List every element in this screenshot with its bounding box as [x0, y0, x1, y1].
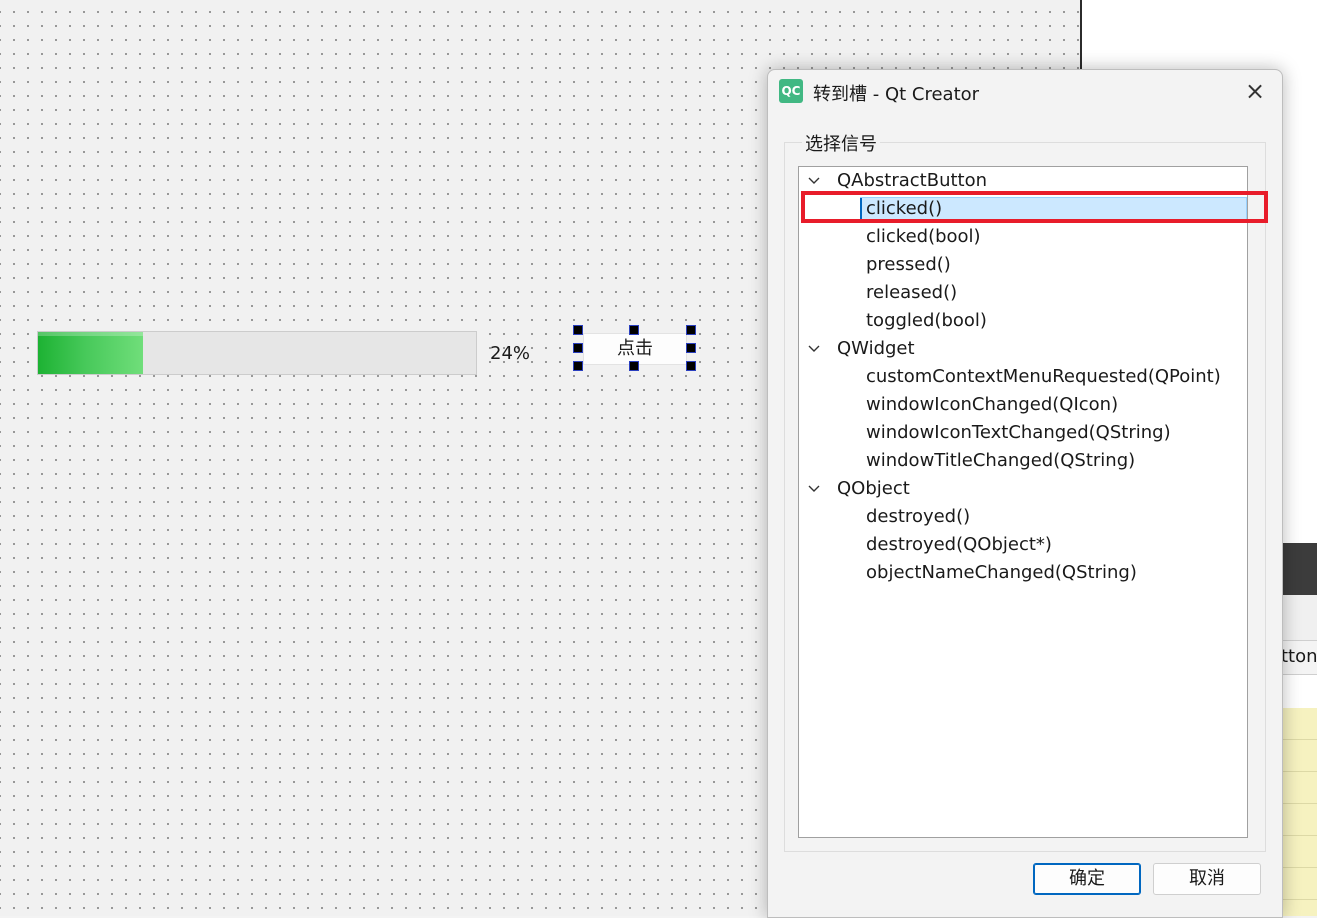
selection-handle-br[interactable] [686, 361, 696, 371]
tree-signal-label: released() [866, 282, 958, 303]
tree-signal-item[interactable]: destroyed(QObject*) [799, 531, 1247, 559]
tree-signal-item[interactable]: released() [799, 279, 1247, 307]
tree-signal-label: windowIconTextChanged(QString) [866, 422, 1171, 443]
close-icon[interactable]: × [1238, 76, 1272, 106]
selection-handle-tr[interactable] [686, 325, 696, 335]
tree-signal-item[interactable]: windowIconChanged(QIcon) [799, 391, 1247, 419]
tree-signal-item[interactable]: windowTitleChanged(QString) [799, 447, 1247, 475]
tree-signal-item[interactable]: toggled(bool) [799, 307, 1247, 335]
tree-signal-label: toggled(bool) [866, 310, 987, 331]
tree-signal-label: windowTitleChanged(QString) [866, 450, 1136, 471]
selection-handle-bl[interactable] [573, 361, 583, 371]
selection-handle-mr[interactable] [686, 343, 696, 353]
progress-bar-text: 24% [490, 343, 531, 364]
tree-parent-label: QObject [837, 478, 910, 499]
progress-bar[interactable] [37, 331, 477, 375]
tree-signal-label: customContextMenuRequested(QPoint) [866, 366, 1221, 387]
property-grid-rows[interactable] [1280, 708, 1317, 916]
tree-signal-label: clicked(bool) [866, 226, 981, 247]
tree-parent-item[interactable]: QWidget [799, 335, 1247, 363]
tree-signal-label: pressed() [866, 254, 951, 275]
selection-handle-tc[interactable] [629, 325, 639, 335]
tree-parent-label: QWidget [837, 338, 915, 359]
right-panel-strip [1280, 595, 1317, 640]
tree-signal-label: destroyed(QObject*) [866, 534, 1052, 555]
cancel-button[interactable]: 取消 [1153, 863, 1261, 895]
signal-tree[interactable]: QAbstractButton clicked() clicked(bool) pre… [798, 166, 1248, 838]
progress-bar-fill [38, 332, 144, 374]
tree-signal-label: windowIconChanged(QIcon) [866, 394, 1119, 415]
qt-creator-icon: QC [779, 79, 803, 103]
tree-signal-item[interactable]: clicked(bool) [799, 223, 1247, 251]
right-panel-dark-bar [1280, 543, 1317, 595]
tree-signal-label: destroyed() [866, 506, 971, 527]
tree-signal-label: objectNameChanged(QString) [866, 562, 1137, 583]
tree-signal-item[interactable]: windowIconTextChanged(QString) [799, 419, 1247, 447]
ok-button[interactable]: 确定 [1033, 863, 1141, 895]
dialog-titlebar[interactable]: QC 转到槽 - Qt Creator × [768, 70, 1282, 114]
selection-highlight-annotation [801, 191, 1268, 223]
selection-handle-ml[interactable] [573, 343, 583, 353]
tree-parent-item[interactable]: QObject [799, 475, 1247, 503]
tree-signal-item[interactable]: pressed() [799, 251, 1247, 279]
dialog-title: 转到槽 - Qt Creator [813, 84, 980, 105]
right-panel-partial-button-label: itton [1280, 646, 1317, 667]
selection-handle-tl[interactable] [573, 325, 583, 335]
tree-signal-item[interactable]: customContextMenuRequested(QPoint) [799, 363, 1247, 391]
tree-signal-item[interactable]: objectNameChanged(QString) [799, 559, 1247, 587]
tree-signal-item[interactable]: destroyed() [799, 503, 1247, 531]
signal-groupbox-label: 选择信号 [802, 130, 880, 156]
selection-handle-bc[interactable] [629, 361, 639, 371]
right-panel-partial-button[interactable]: itton [1280, 640, 1317, 675]
